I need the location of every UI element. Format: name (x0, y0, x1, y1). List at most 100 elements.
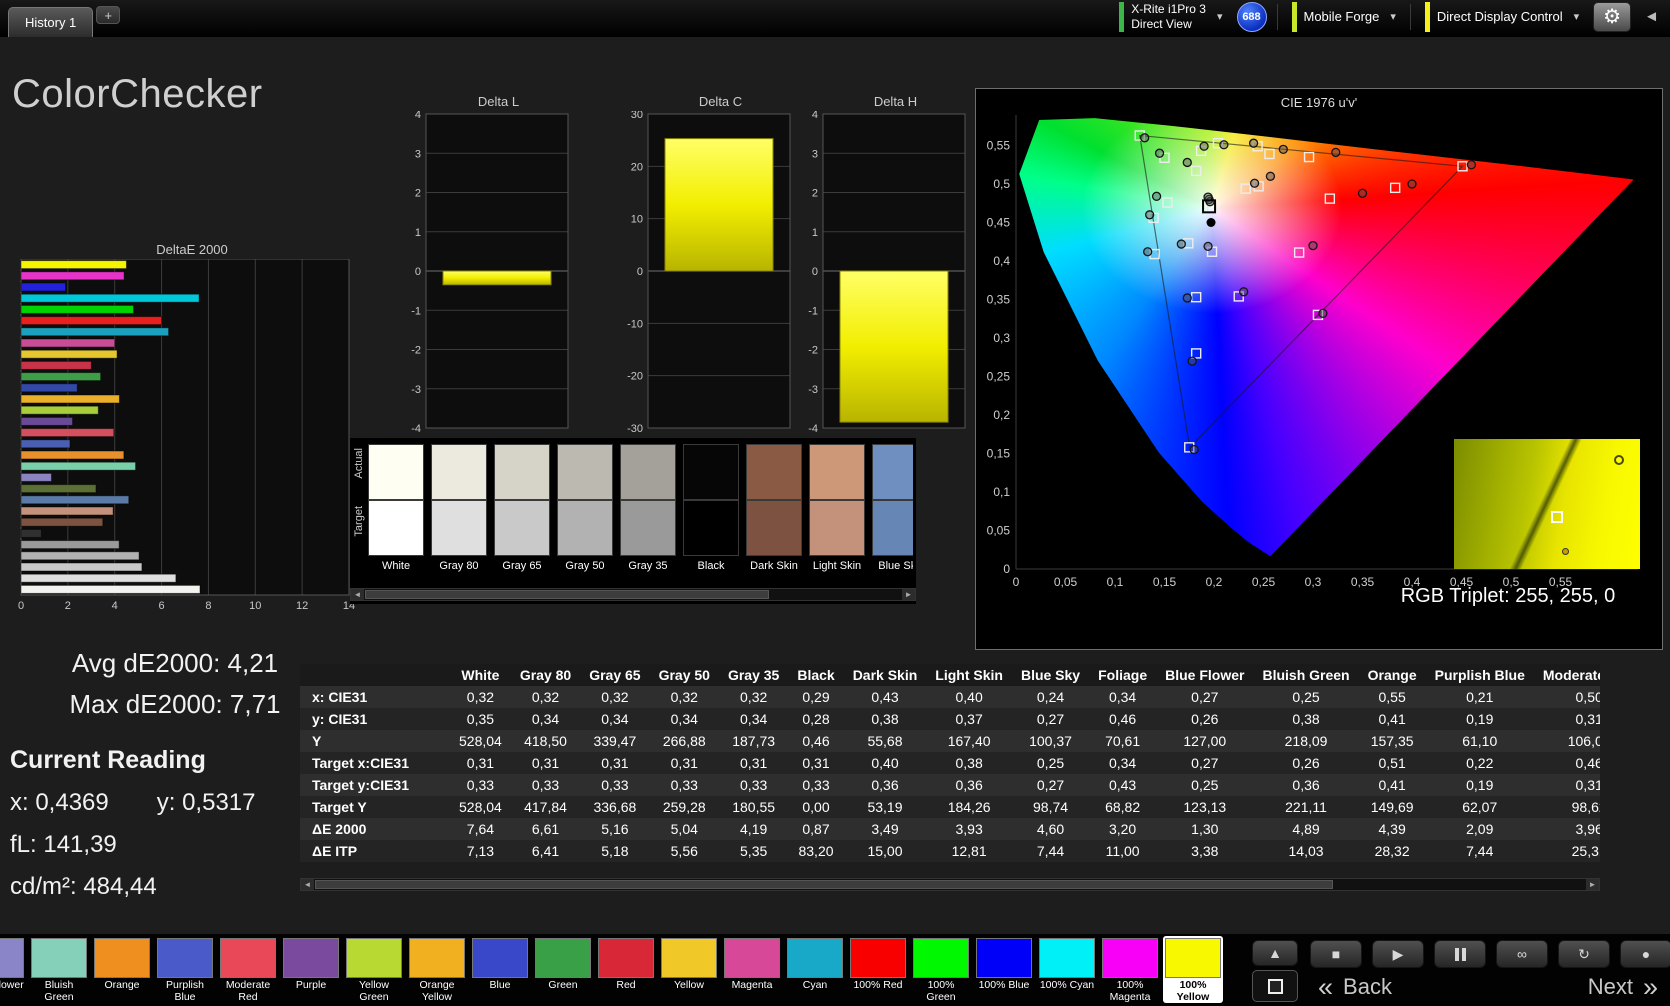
stop-button[interactable]: ■ (1310, 940, 1362, 968)
patch-button-orange[interactable]: Orange (92, 936, 152, 1003)
table-cell: 528,04 (450, 796, 511, 818)
table-cell: 0,33 (650, 774, 719, 796)
scrollbar-thumb[interactable] (365, 590, 769, 599)
table-cell: 0,55 (1359, 686, 1426, 708)
table-cell: 0,36 (844, 774, 927, 796)
infinity-button[interactable]: ∞ (1496, 940, 1548, 968)
collapse-panel-button[interactable]: ◄ (1641, 8, 1662, 25)
table-cell: 68,82 (1089, 796, 1156, 818)
deltae-bar-light-skin (21, 507, 113, 515)
y-tick-label: 30 (631, 111, 643, 121)
target-swatch (872, 500, 913, 556)
scrollbar-track[interactable] (314, 879, 1586, 890)
test-window-button[interactable] (1252, 970, 1298, 1002)
patch-button-blue[interactable]: Blue (470, 936, 530, 1003)
scroll-left-icon[interactable]: ◄ (301, 879, 314, 890)
table-cell: 7,13 (450, 840, 511, 862)
table-cell: 5,18 (580, 840, 649, 862)
patch-button-100-cyan[interactable]: 100% Cyan (1037, 936, 1097, 1003)
pause-button[interactable] (1434, 940, 1486, 968)
patch-swatch (913, 938, 969, 978)
play-button[interactable]: ▶ (1372, 940, 1424, 968)
display-control-select[interactable]: Direct Display Control ▾ (1421, 1, 1583, 33)
deltae-bar-purple (21, 417, 73, 425)
scroll-left-icon[interactable]: ◄ (351, 589, 364, 600)
top-bar: History 1 + X-Rite i1Pro 3 Direct View ▾… (0, 0, 1670, 37)
patch-button-bluish-green[interactable]: Bluish Green (29, 936, 89, 1003)
row-label: x: CIE31 (300, 686, 450, 708)
patch-label: Cyan (786, 980, 844, 1003)
page-title: ColorChecker (12, 72, 263, 117)
patch-button-100-red[interactable]: 100% Red (848, 936, 908, 1003)
y-tick-label: -1 (411, 305, 421, 317)
pause-icon (1455, 948, 1466, 961)
table-cell: 0,22 (1426, 752, 1534, 774)
patch-button-cyan[interactable]: Cyan (785, 936, 845, 1003)
table-cell: 0,46 (1089, 708, 1156, 730)
delta-h-panel: Delta H 43210-1-2-3-4 (795, 94, 970, 438)
patch-button-100-magenta[interactable]: 100% Magenta (1100, 936, 1160, 1003)
patch-button-yellow[interactable]: Yellow (659, 936, 719, 1003)
swatch-scrollbar[interactable]: ◄ ► (350, 588, 916, 601)
patch-button-moderate-red[interactable]: Moderate Red (218, 936, 278, 1003)
measured-marker (1220, 141, 1228, 149)
table-cell: 0,33 (511, 774, 580, 796)
patch-swatch (157, 938, 213, 978)
measured-marker (1332, 148, 1340, 156)
measured-marker (1251, 179, 1259, 187)
table-row-y-cie31: y: CIE310,350,340,340,340,340,280,380,37… (300, 708, 1600, 730)
y-tick-label: 0,55 (987, 139, 1011, 153)
scroll-right-icon[interactable]: ► (1586, 879, 1599, 890)
scrollbar-track[interactable] (364, 589, 902, 600)
table-scrollbar[interactable]: ◄ ► (300, 878, 1600, 891)
patch-swatch (976, 938, 1032, 978)
y-tick-label: 0,4 (993, 254, 1010, 268)
column-header-blue-sky: Blue Sky (1012, 664, 1089, 686)
swatch-label: Gray 65 (494, 560, 550, 572)
table-cell: 0,41 (1359, 774, 1426, 796)
table-row-x-cie31: x: CIE310,320,320,320,320,320,290,430,40… (300, 686, 1600, 708)
current-reading-marker (1207, 218, 1216, 227)
table-cell: 0,31 (1534, 774, 1600, 796)
deltae-2000-panel: DeltaE 2000 02468101214 (18, 242, 366, 618)
y-tick-label: -2 (411, 345, 421, 357)
swatch-column-gray-65: Gray 65 (494, 444, 550, 572)
patch-button-100-green[interactable]: 100% Green (911, 936, 971, 1003)
column-header-light-skin: Light Skin (926, 664, 1012, 686)
history-tab[interactable]: History 1 (8, 7, 93, 37)
column-header-bluish-green: Bluish Green (1253, 664, 1358, 686)
patch-button-red[interactable]: Red (596, 936, 656, 1003)
patch-button-purple[interactable]: Purple (281, 936, 341, 1003)
deltae-bar-100-cyan (21, 294, 199, 302)
meter-select[interactable]: X-Rite i1Pro 3 Direct View ▾ (1115, 1, 1226, 33)
patch-button-100-yellow[interactable]: 100% Yellow (1163, 936, 1223, 1003)
patch-button-green[interactable]: Green (533, 936, 593, 1003)
table-cell: 0,27 (1012, 708, 1089, 730)
patch-button-magenta[interactable]: Magenta (722, 936, 782, 1003)
patch-button-yellow-green[interactable]: Yellow Green (344, 936, 404, 1003)
add-tab-button[interactable]: + (96, 6, 120, 24)
patch-button-100-blue[interactable]: 100% Blue (974, 936, 1034, 1003)
next-button[interactable]: Next » (1588, 972, 1658, 1003)
settings-button[interactable]: ⚙ (1593, 2, 1631, 32)
table-cell: 0,43 (1089, 774, 1156, 796)
patch-button-orange-yellow[interactable]: Orange Yellow (407, 936, 467, 1003)
back-button[interactable]: « Back (1318, 972, 1392, 1003)
workflow-select[interactable]: Mobile Forge ▾ (1288, 1, 1400, 33)
deltae-bar-moderate-red (21, 429, 114, 437)
repeat-button[interactable]: ↻ (1558, 940, 1610, 968)
record-button[interactable]: ● (1620, 940, 1670, 968)
table-cell: 0,40 (926, 686, 1012, 708)
actual-swatch (494, 444, 550, 500)
scroll-right-icon[interactable]: ► (902, 589, 915, 600)
column-header-orange: Orange (1359, 664, 1426, 686)
deltae-bar-orange-yellow (21, 395, 119, 403)
patch-label: 100% Magenta (1101, 980, 1159, 1003)
scroll-up-button[interactable]: ▲ (1252, 940, 1298, 966)
scrollbar-thumb[interactable] (315, 880, 1333, 889)
patch-button-blue-flower[interactable]: Blue Flower (0, 936, 26, 1003)
delta-l-panel: Delta L 43210-1-2-3-4 (398, 94, 573, 438)
patch-button-purplish-blue[interactable]: Purplish Blue (155, 936, 215, 1003)
y-tick-label: 4 (415, 111, 421, 121)
delta-c-panel: Delta C 3020100-10-20-30 (620, 94, 795, 438)
